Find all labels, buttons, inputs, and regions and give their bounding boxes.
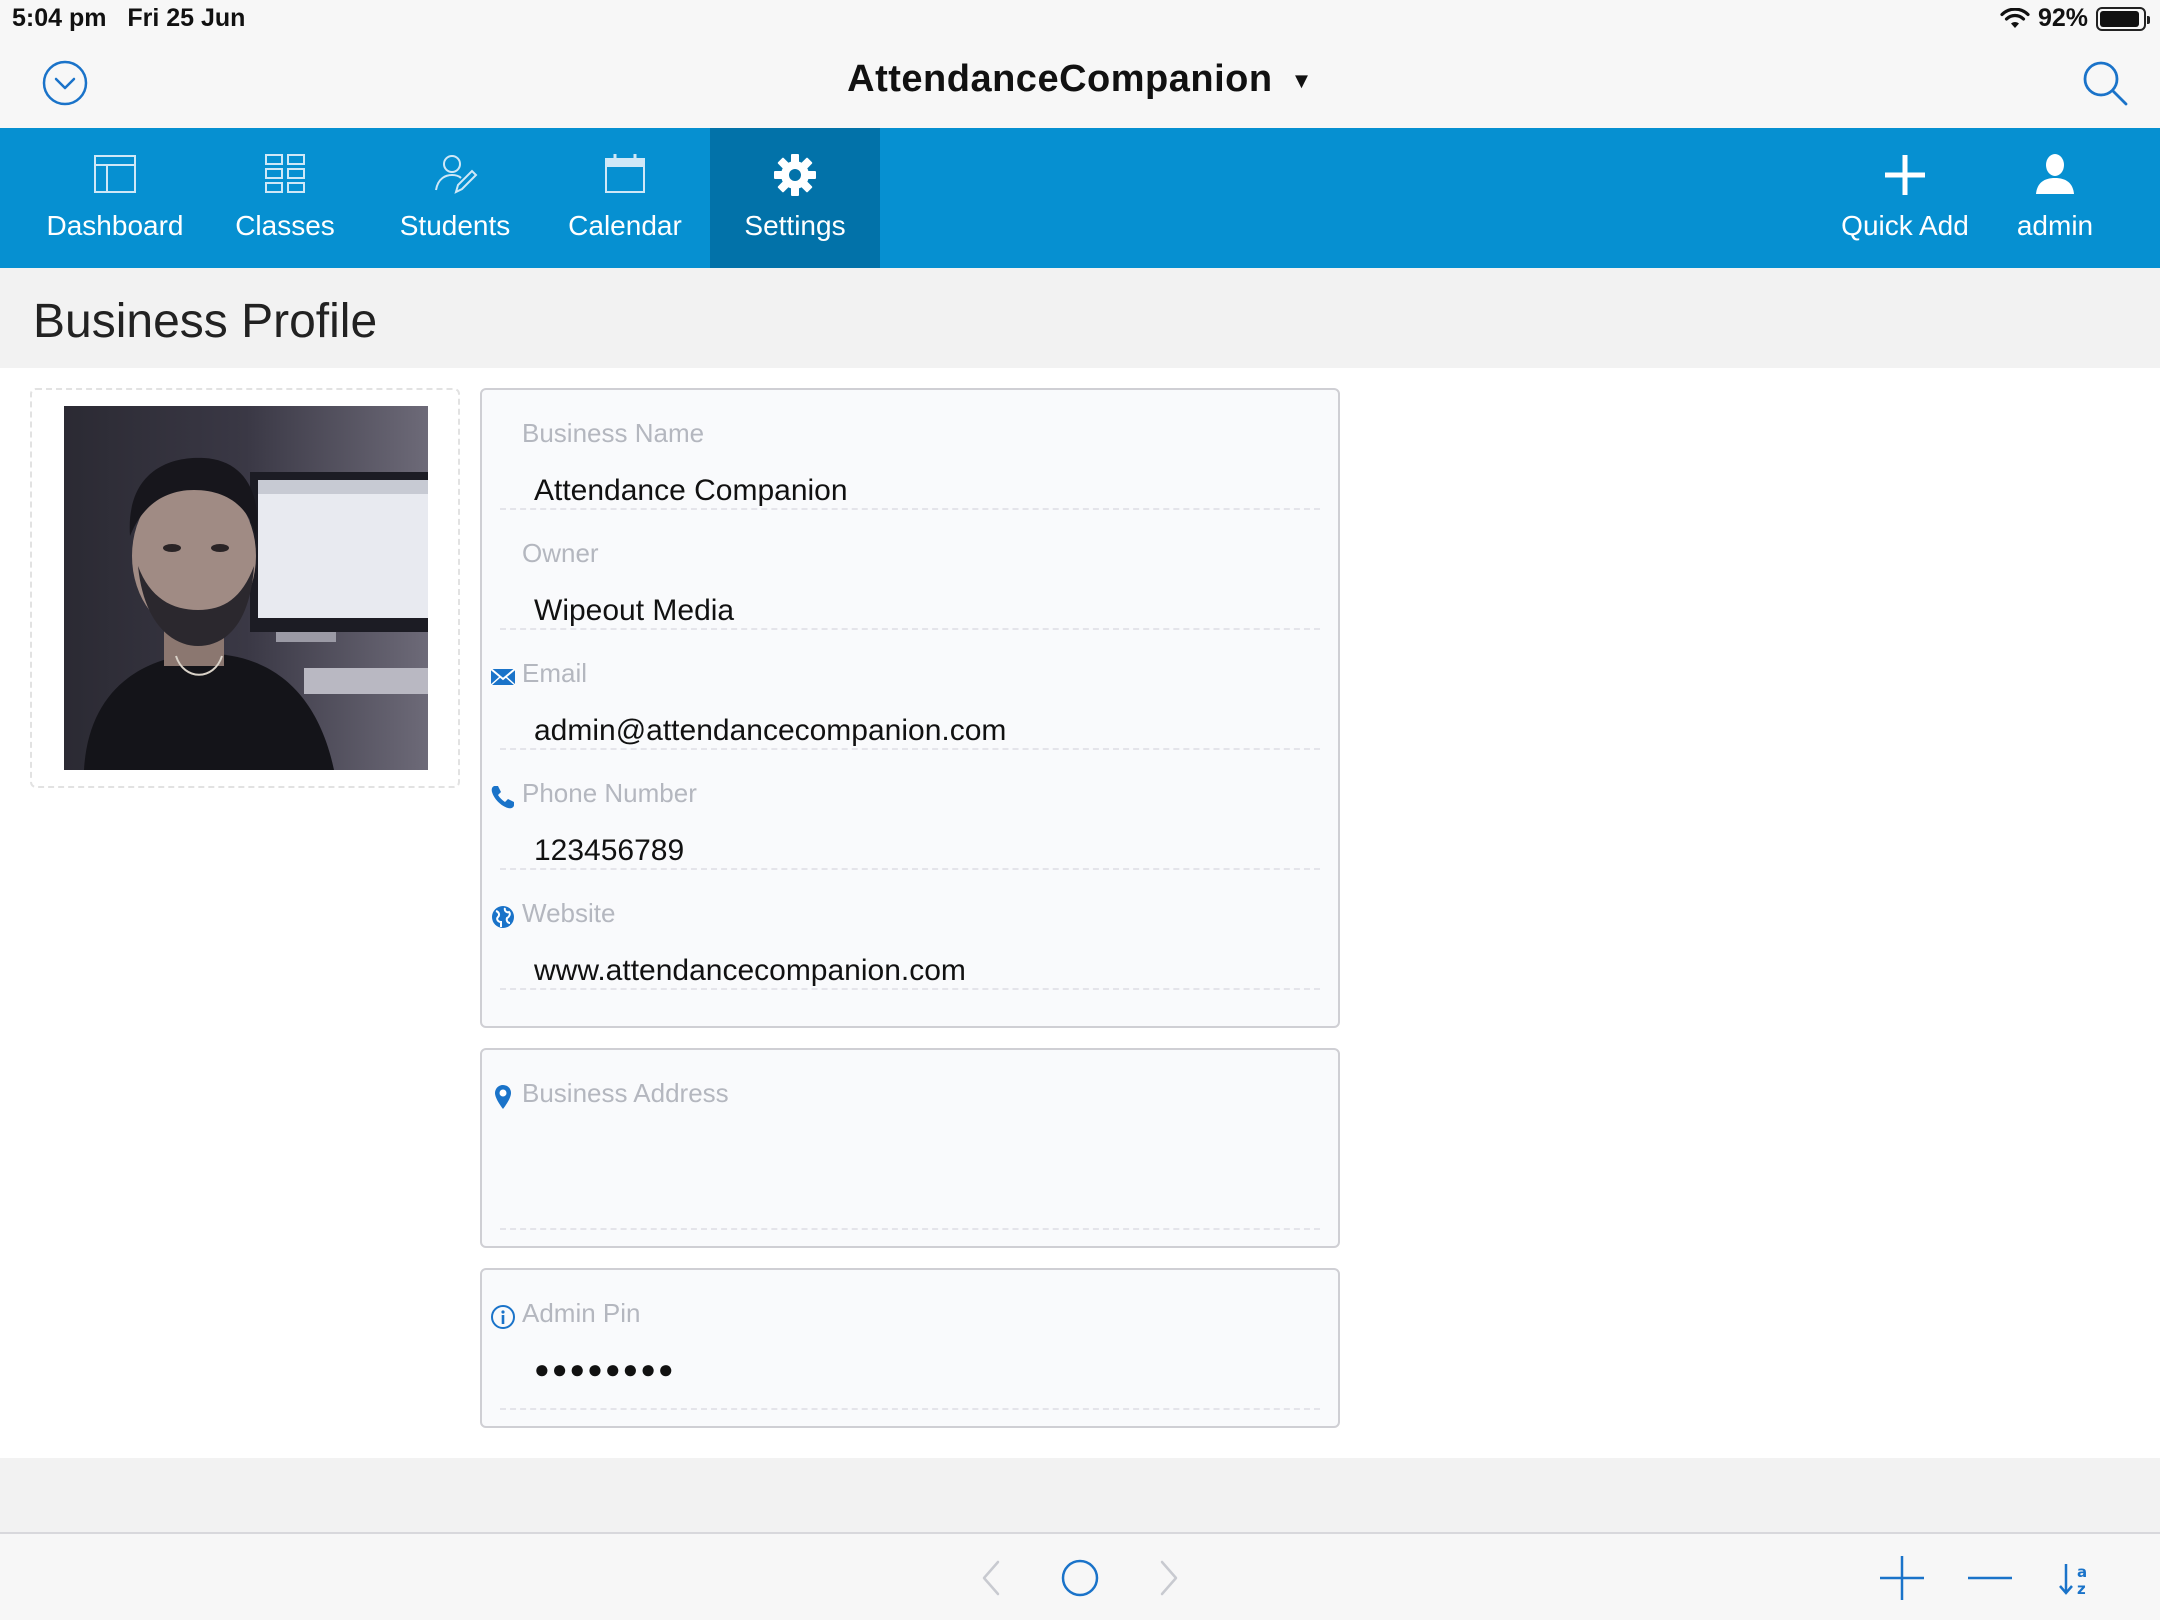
location-pin-icon [495,1085,511,1109]
profile-photo[interactable] [64,406,428,770]
page-title: Business Profile [33,295,378,348]
business-address-label: Business Address [522,1078,729,1108]
profile-photo-frame[interactable] [30,388,460,788]
business-address-card[interactable]: Business Address [480,1048,1340,1248]
nav-calendar-label: Calendar [568,210,682,241]
delete-record-icon[interactable] [1962,1550,2018,1606]
owner-field[interactable]: Owner Wipeout Media [482,510,1338,630]
caret-down-icon: ▼ [1290,67,1313,93]
business-name-value[interactable]: Attendance Companion [534,474,848,508]
svg-text:z: z [2077,1580,2086,1598]
calendar-icon [605,154,645,193]
admin-pin-field[interactable]: Admin Pin ●●●●●●●● [482,1270,1338,1410]
phone-label: Phone Number [522,778,697,808]
back-arrow-icon[interactable] [964,1550,1020,1606]
business-name-field[interactable]: Business Name Attendance Companion [482,390,1338,510]
nav-settings[interactable]: Settings [710,128,880,268]
email-value[interactable]: admin@attendancecompanion.com [534,714,1006,748]
globe-icon [492,906,514,928]
date-text: Fri 25 Jun [127,4,246,32]
email-field[interactable]: Email admin@attendancecompanion.com [482,630,1338,750]
grid-icon [265,154,305,193]
time-text: 5:04 pm [12,4,107,32]
quick-add-label: Quick Add [1841,210,1969,241]
plus-icon [1885,155,1925,195]
battery-icon [2096,6,2150,31]
admin-pin-card[interactable]: Admin Pin ●●●●●●●● [480,1268,1340,1428]
nav-classes-label: Classes [235,210,335,241]
svg-text:a: a [2077,1563,2087,1581]
admin-pin-label: Admin Pin [522,1298,641,1328]
owner-value[interactable]: Wipeout Media [534,594,734,628]
business-details-card: Business Name Attendance Companion Owner… [480,388,1340,1028]
search-icon[interactable] [2080,58,2130,108]
phone-field[interactable]: Phone Number 123456789 [482,750,1338,870]
business-address-field[interactable]: Business Address [482,1050,1338,1230]
profile-photo-image [64,406,428,770]
student-icon [435,155,478,194]
user-icon [2036,154,2074,194]
nav-classes[interactable]: Classes [200,128,370,268]
gear-icon [774,154,816,196]
user-menu-button[interactable]: admin [1990,128,2120,268]
app-title-dropdown[interactable]: AttendanceCompanion ▼ [0,58,2160,101]
nav-calendar[interactable]: Calendar [540,128,710,268]
user-label: admin [2016,210,2094,241]
nav-students-label: Students [399,210,511,241]
status-time: 5:04 pm Fri 25 Jun [12,4,245,33]
admin-pin-value[interactable]: ●●●●●●●● [534,1354,676,1385]
nav-students[interactable]: Students [370,128,540,268]
website-label: Website [522,898,616,928]
quick-add-button[interactable]: Quick Add [1830,128,1980,268]
add-record-icon[interactable] [1874,1550,1930,1606]
forward-arrow-icon[interactable] [1140,1550,1196,1606]
title-bar: AttendanceCompanion ▼ [0,40,2160,128]
nav-dashboard[interactable]: Dashboard [30,128,200,268]
dashboard-icon [94,155,136,193]
sort-icon[interactable]: a z [2050,1550,2106,1606]
bottom-toolbar: a z [0,1532,2160,1620]
main-nav: Dashboard Classes Students Calendar Sett… [0,128,2160,268]
content-footer [0,1458,2160,1532]
wifi-icon [2000,7,2030,28]
status-bar: 5:04 pm Fri 25 Jun 92% [0,0,2160,40]
phone-value[interactable]: 123456789 [534,834,684,868]
page-header: Business Profile [0,268,2160,368]
website-value[interactable]: www.attendancecompanion.com [534,954,966,988]
mail-icon [490,668,516,686]
battery-percent: 92% [2037,4,2088,32]
business-name-label: Business Name [522,418,705,448]
status-right: 92% [2000,4,2150,33]
phone-icon [491,786,514,809]
owner-label: Owner [522,538,599,568]
refresh-circle-icon[interactable] [1052,1550,1108,1606]
email-label: Email [522,658,588,688]
website-field[interactable]: Website www.attendancecompanion.com [482,870,1338,990]
nav-dashboard-label: Dashboard [46,210,184,241]
app-title: AttendanceCompanion [847,58,1273,100]
nav-settings-label: Settings [744,210,846,241]
info-icon [491,1305,515,1329]
